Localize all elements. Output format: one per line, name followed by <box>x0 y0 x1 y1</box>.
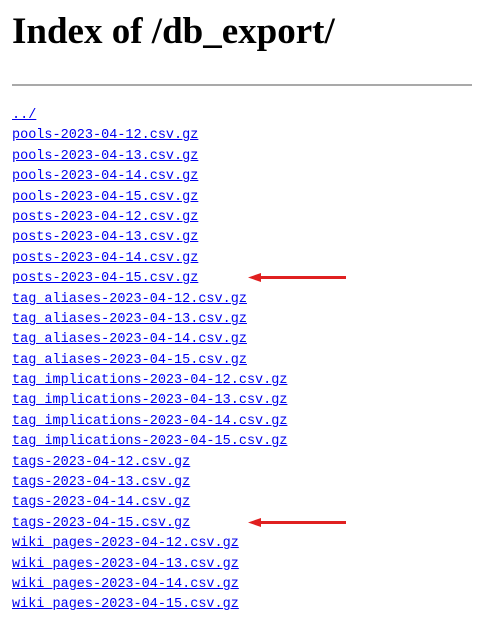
list-item: wiki_pages-2023-04-14.csv.gz <box>12 573 287 593</box>
list-item: pools-2023-04-12.csv.gz <box>12 124 287 144</box>
file-link[interactable]: tags-2023-04-13.csv.gz <box>12 475 190 490</box>
file-link[interactable]: tags-2023-04-12.csv.gz <box>12 455 190 470</box>
file-link[interactable]: tag_implications-2023-04-13.csv.gz <box>12 393 287 408</box>
list-item: tag_implications-2023-04-15.csv.gz <box>12 430 287 450</box>
list-item: posts-2023-04-13.csv.gz <box>12 226 287 246</box>
file-link[interactable]: pools-2023-04-15.csv.gz <box>12 190 198 205</box>
file-link[interactable]: wiki_pages-2023-04-12.csv.gz <box>12 536 239 551</box>
list-item: wiki_pages-2023-04-12.csv.gz <box>12 532 287 552</box>
file-link[interactable]: tag_aliases-2023-04-15.csv.gz <box>12 353 247 368</box>
list-item: posts-2023-04-15.csv.gz <box>12 267 346 287</box>
file-link[interactable]: pools-2023-04-12.csv.gz <box>12 128 198 143</box>
file-link[interactable]: wiki_pages-2023-04-15.csv.gz <box>12 597 239 612</box>
red-arrow-icon <box>248 273 346 283</box>
file-link[interactable]: tags-2023-04-14.csv.gz <box>12 495 190 510</box>
file-listing: ../ pools-2023-04-12.csv.gz pools-2023-0… <box>12 104 346 614</box>
list-item: tag_implications-2023-04-13.csv.gz <box>12 389 287 409</box>
page-title: Index of /db_export/ <box>12 11 335 52</box>
file-link[interactable]: tag_aliases-2023-04-12.csv.gz <box>12 292 247 307</box>
list-item: tags-2023-04-12.csv.gz <box>12 451 287 471</box>
list-item: tag_implications-2023-04-12.csv.gz <box>12 369 287 389</box>
list-item: pools-2023-04-15.csv.gz <box>12 186 287 206</box>
file-link[interactable]: pools-2023-04-13.csv.gz <box>12 149 198 164</box>
list-item: wiki_pages-2023-04-13.csv.gz <box>12 553 287 573</box>
list-item: tags-2023-04-15.csv.gz <box>12 512 346 532</box>
list-item: tag_aliases-2023-04-15.csv.gz <box>12 349 287 369</box>
file-link[interactable]: posts-2023-04-12.csv.gz <box>12 210 198 225</box>
file-link[interactable]: posts-2023-04-13.csv.gz <box>12 230 198 245</box>
file-link[interactable]: wiki_pages-2023-04-14.csv.gz <box>12 577 239 592</box>
list-item: wiki_pages-2023-04-15.csv.gz <box>12 593 287 613</box>
divider <box>12 84 472 86</box>
file-link[interactable]: tag_implications-2023-04-15.csv.gz <box>12 434 287 449</box>
list-item: tags-2023-04-14.csv.gz <box>12 491 287 511</box>
list-item: pools-2023-04-14.csv.gz <box>12 165 287 185</box>
file-link[interactable]: tags-2023-04-15.csv.gz <box>12 516 190 531</box>
list-item: ../ <box>12 104 287 124</box>
file-link[interactable]: tag_implications-2023-04-14.csv.gz <box>12 414 287 429</box>
list-item: tags-2023-04-13.csv.gz <box>12 471 287 491</box>
parent-directory-link[interactable]: ../ <box>12 108 36 123</box>
file-link[interactable]: tag_implications-2023-04-12.csv.gz <box>12 373 287 388</box>
red-arrow-icon <box>248 517 346 527</box>
file-link[interactable]: posts-2023-04-15.csv.gz <box>12 271 198 286</box>
list-item: tag_aliases-2023-04-12.csv.gz <box>12 288 287 308</box>
list-item: pools-2023-04-13.csv.gz <box>12 145 287 165</box>
arrow-head <box>248 273 261 283</box>
file-link[interactable]: tag_aliases-2023-04-13.csv.gz <box>12 312 247 327</box>
list-item: tag_implications-2023-04-14.csv.gz <box>12 410 287 430</box>
file-link[interactable]: tag_aliases-2023-04-14.csv.gz <box>12 332 247 347</box>
file-link[interactable]: wiki_pages-2023-04-13.csv.gz <box>12 557 239 572</box>
file-link[interactable]: pools-2023-04-14.csv.gz <box>12 169 198 184</box>
file-link[interactable]: posts-2023-04-14.csv.gz <box>12 251 198 266</box>
list-item: posts-2023-04-14.csv.gz <box>12 247 287 267</box>
list-item: tag_aliases-2023-04-14.csv.gz <box>12 328 287 348</box>
arrow-head <box>248 517 261 527</box>
list-item: posts-2023-04-12.csv.gz <box>12 206 287 226</box>
list-item: tag_aliases-2023-04-13.csv.gz <box>12 308 287 328</box>
